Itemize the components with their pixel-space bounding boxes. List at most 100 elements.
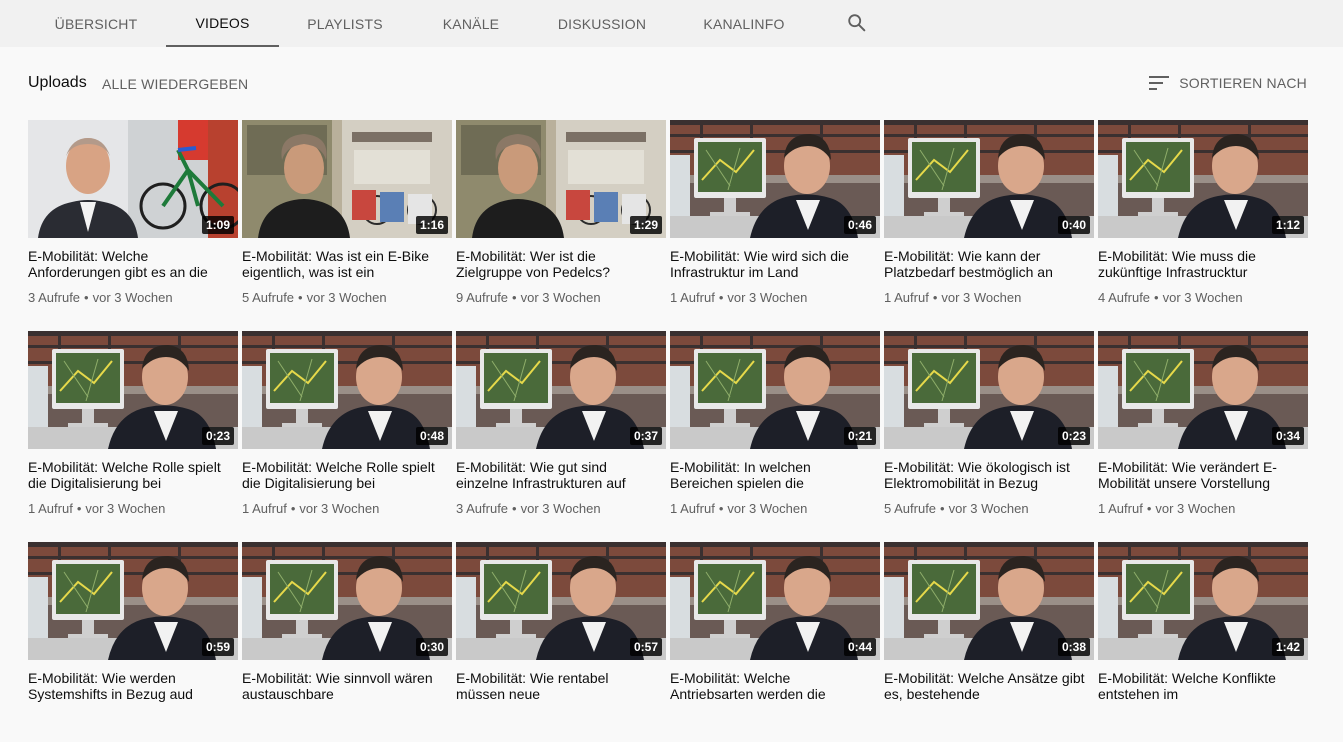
video-duration: 0:30 (415, 638, 448, 656)
video-thumbnail[interactable]: 0:59 (28, 542, 238, 660)
video-title[interactable]: E-Mobilität: In welchen Bereichen spiele… (670, 459, 874, 491)
video-duration: 0:37 (629, 427, 662, 445)
video-thumbnail[interactable]: 1:09 (28, 120, 238, 238)
search-icon[interactable] (846, 12, 868, 34)
video-thumbnail[interactable]: 0:23 (28, 331, 238, 449)
video-thumbnail[interactable]: 0:34 (1098, 331, 1308, 449)
video-title[interactable]: E-Mobilität: Wer ist die Zielgruppe von … (456, 248, 660, 280)
video-card[interactable]: 1:16 E-Mobilität: Was ist ein E-Bike eige… (242, 120, 452, 320)
video-duration: 0:59 (201, 638, 234, 656)
video-thumbnail[interactable]: 0:44 (670, 542, 880, 660)
video-age: vor 3 Wochen (1155, 501, 1236, 516)
video-card[interactable]: 0:44 E-Mobilität: Welche Antriebsarten we… (670, 542, 880, 742)
meta-separator: • (84, 290, 89, 305)
video-thumbnail[interactable]: 1:12 (1098, 120, 1308, 238)
video-meta: 4 Aufrufe • vor 3 Wochen (1098, 290, 1243, 305)
video-title[interactable]: E-Mobilität: Welche Anforderungen gibt e… (28, 248, 232, 280)
channel-tab-bar: ÜBERSICHT VIDEOS PLAYLISTS KANÄLE DISKUS… (0, 0, 1343, 47)
video-meta: 1 Aufruf • vor 3 Wochen (242, 501, 379, 516)
meta-separator: • (512, 290, 517, 305)
video-title[interactable]: E-Mobilität: Welche Rolle spielt die Dig… (28, 459, 232, 491)
video-card[interactable]: 0:23 E-Mobilität: Wie ökologisch ist Elek… (884, 331, 1094, 531)
tab-about[interactable]: KANALINFO (694, 0, 794, 47)
video-thumbnail[interactable]: 0:30 (242, 542, 452, 660)
tab-channels[interactable]: KANÄLE (432, 0, 510, 47)
meta-separator: • (290, 501, 296, 516)
video-duration: 0:48 (415, 427, 448, 445)
video-duration: 1:16 (415, 216, 448, 234)
video-title[interactable]: E-Mobilität: Wie rentabel müssen neue (456, 670, 660, 702)
video-card[interactable]: 0:48 E-Mobilität: Welche Rolle spielt die… (242, 331, 452, 531)
video-thumbnail[interactable]: 0:46 (670, 120, 880, 238)
video-duration: 0:34 (1271, 427, 1304, 445)
tab-overview[interactable]: ÜBERSICHT (48, 0, 144, 47)
video-views: 1 Aufruf (1098, 501, 1143, 516)
video-card[interactable]: 1:09 E-Mobilität: Welche Anforderungen gi… (28, 120, 238, 320)
video-age: vor 3 Wochen (92, 290, 173, 305)
video-duration: 0:57 (629, 638, 662, 656)
sort-icon (1149, 76, 1170, 90)
video-card[interactable]: 0:23 E-Mobilität: Welche Rolle spielt die… (28, 331, 238, 531)
video-card[interactable]: 0:57 E-Mobilität: Wie rentabel müssen neu… (456, 542, 666, 742)
meta-separator: • (1154, 290, 1159, 305)
video-card[interactable]: 0:59 E-Mobilität: Wie werden Systemshifts… (28, 542, 238, 742)
video-thumbnail[interactable]: 0:40 (884, 120, 1094, 238)
meta-separator: • (718, 290, 724, 305)
meta-separator: • (932, 290, 938, 305)
video-card[interactable]: 0:46 E-Mobilität: Wie wird sich die Infra… (670, 120, 880, 320)
video-meta: 1 Aufruf • vor 3 Wochen (670, 501, 807, 516)
video-duration: 0:44 (843, 638, 876, 656)
video-thumbnail[interactable]: 0:57 (456, 542, 666, 660)
video-title[interactable]: E-Mobilität: Welche Rolle spielt die Dig… (242, 459, 446, 491)
video-title[interactable]: E-Mobilität: Wie ökologisch ist Elektrom… (884, 459, 1088, 491)
tab-playlists[interactable]: PLAYLISTS (296, 0, 394, 47)
video-thumbnail[interactable]: 1:16 (242, 120, 452, 238)
video-title[interactable]: E-Mobilität: Wie werden Systemshifts in … (28, 670, 232, 702)
video-title[interactable]: E-Mobilität: Wie sinnvoll wären austausc… (242, 670, 446, 702)
play-all-button[interactable]: ALLE WIEDERGEBEN (102, 76, 248, 92)
video-age: vor 3 Wochen (941, 290, 1022, 305)
video-views: 1 Aufruf (670, 290, 715, 305)
video-title[interactable]: E-Mobilität: Welche Ansätze gibt es, bes… (884, 670, 1088, 702)
sort-button[interactable]: SORTIEREN NACH (1149, 72, 1307, 94)
video-age: vor 3 Wochen (727, 290, 808, 305)
video-card[interactable]: 0:37 E-Mobilität: Wie gut sind einzelne I… (456, 331, 666, 531)
tab-videos[interactable]: VIDEOS (166, 0, 279, 47)
video-title[interactable]: E-Mobilität: Wie gut sind einzelne Infra… (456, 459, 660, 491)
video-title[interactable]: E-Mobilität: Wie wird sich die Infrastru… (670, 248, 874, 280)
video-card[interactable]: 0:30 E-Mobilität: Wie sinnvoll wären aust… (242, 542, 452, 742)
video-title[interactable]: E-Mobilität: Wie verändert E-Mobilität u… (1098, 459, 1302, 491)
meta-separator: • (940, 501, 945, 516)
video-card[interactable]: 1:12 E-Mobilität: Wie muss die zukünftige… (1098, 120, 1308, 320)
video-duration: 0:46 (843, 216, 876, 234)
video-title[interactable]: E-Mobilität: Wie kann der Platzbedarf be… (884, 248, 1088, 280)
video-views: 1 Aufruf (242, 501, 287, 516)
video-card[interactable]: 0:38 E-Mobilität: Welche Ansätze gibt es,… (884, 542, 1094, 742)
meta-separator: • (512, 501, 517, 516)
video-thumbnail[interactable]: 0:38 (884, 542, 1094, 660)
video-thumbnail[interactable]: 1:42 (1098, 542, 1308, 660)
video-meta: 1 Aufruf • vor 3 Wochen (670, 290, 807, 305)
section-title: Uploads (28, 74, 87, 91)
video-title[interactable]: E-Mobilität: Welche Antriebsarten werden… (670, 670, 874, 702)
video-title[interactable]: E-Mobilität: Wie muss die zukünftige Inf… (1098, 248, 1302, 280)
video-meta: 1 Aufruf • vor 3 Wochen (28, 501, 165, 516)
meta-separator: • (718, 501, 724, 516)
video-thumbnail[interactable]: 1:29 (456, 120, 666, 238)
video-card[interactable]: 1:42 E-Mobilität: Welche Konflikte entste… (1098, 542, 1308, 742)
video-thumbnail[interactable]: 0:48 (242, 331, 452, 449)
video-age: vor 3 Wochen (85, 501, 166, 516)
video-card[interactable]: 0:34 E-Mobilität: Wie verändert E-Mobilit… (1098, 331, 1308, 531)
video-age: vor 3 Wochen (727, 501, 808, 516)
video-age: vor 3 Wochen (520, 290, 601, 305)
video-thumbnail[interactable]: 0:23 (884, 331, 1094, 449)
video-thumbnail[interactable]: 0:37 (456, 331, 666, 449)
tab-discussion[interactable]: DISKUSSION (550, 0, 654, 47)
video-meta: 5 Aufrufe • vor 3 Wochen (884, 501, 1029, 516)
video-card[interactable]: 0:21 E-Mobilität: In welchen Bereichen sp… (670, 331, 880, 531)
video-thumbnail[interactable]: 0:21 (670, 331, 880, 449)
video-card[interactable]: 1:29 E-Mobilität: Wer ist die Zielgruppe … (456, 120, 666, 320)
video-card[interactable]: 0:40 E-Mobilität: Wie kann der Platzbedar… (884, 120, 1094, 320)
video-title[interactable]: E-Mobilität: Was ist ein E-Bike eigentli… (242, 248, 446, 280)
video-title[interactable]: E-Mobilität: Welche Konflikte entstehen … (1098, 670, 1302, 702)
